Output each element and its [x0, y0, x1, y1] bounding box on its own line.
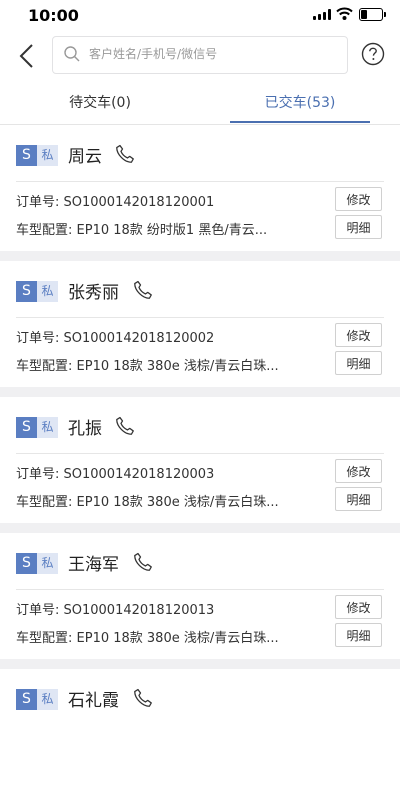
active-tab-indicator [230, 121, 370, 123]
back-arrow-icon[interactable] [12, 40, 44, 72]
badge-s: S [16, 689, 37, 710]
detail-button[interactable]: 明细 [335, 351, 382, 375]
order-card: S 私 王海军 订单号: SO1000142018120013 车型配置: EP… [0, 533, 400, 659]
badge-private: 私 [37, 145, 58, 166]
phone-icon[interactable] [132, 551, 154, 573]
phone-icon[interactable] [132, 687, 154, 709]
vehicle-config: 车型配置: EP10 18款 纷时版1 黑色/青云... [16, 223, 268, 238]
edit-button[interactable]: 修改 [335, 187, 382, 211]
phone-icon[interactable] [132, 279, 154, 301]
wifi-icon [336, 7, 353, 20]
search-box[interactable] [52, 36, 348, 74]
divider [16, 453, 384, 454]
phone-icon[interactable] [114, 143, 136, 165]
order-card: S 私 张秀丽 订单号: SO1000142018120002 车型配置: EP… [0, 261, 400, 387]
vehicle-config: 车型配置: EP10 18款 380e 浅棕/青云白珠... [16, 631, 279, 646]
order-number: 订单号: SO1000142018120013 [16, 603, 215, 618]
help-icon[interactable] [361, 42, 385, 66]
customer-name: 石礼霞 [68, 691, 119, 711]
nav-bar [0, 30, 400, 82]
badge-s: S [16, 417, 37, 438]
signal-icon [313, 9, 331, 20]
detail-button[interactable]: 明细 [335, 215, 382, 239]
tab-pending-delivery[interactable]: 待交车(0) [0, 82, 200, 124]
vehicle-config: 车型配置: EP10 18款 380e 浅棕/青云白珠... [16, 495, 279, 510]
customer-name: 周云 [68, 147, 102, 167]
badge-private: 私 [37, 417, 58, 438]
divider [16, 181, 384, 182]
order-number: 订单号: SO1000142018120003 [16, 467, 215, 482]
order-card: S 私 石礼霞 [0, 669, 400, 795]
detail-button[interactable]: 明细 [335, 623, 382, 647]
edit-button[interactable]: 修改 [335, 323, 382, 347]
order-card: S 私 孔振 订单号: SO1000142018120003 车型配置: EP1… [0, 397, 400, 523]
badge-private: 私 [37, 553, 58, 574]
search-input[interactable] [89, 37, 339, 71]
tab-delivered[interactable]: 已交车(53) [200, 82, 400, 124]
badge-s: S [16, 553, 37, 574]
phone-icon[interactable] [114, 415, 136, 437]
edit-button[interactable]: 修改 [335, 459, 382, 483]
order-number: 订单号: SO1000142018120001 [16, 195, 215, 210]
edit-button[interactable]: 修改 [335, 595, 382, 619]
search-icon [64, 46, 80, 62]
divider [16, 589, 384, 590]
order-number: 订单号: SO1000142018120002 [16, 331, 215, 346]
badge-private: 私 [37, 689, 58, 710]
badge-private: 私 [37, 281, 58, 302]
status-bar: 10:00 [0, 0, 400, 30]
vehicle-config: 车型配置: EP10 18款 380e 浅棕/青云白珠... [16, 359, 279, 374]
tab-bar: 待交车(0) 已交车(53) [0, 82, 400, 125]
badge-s: S [16, 145, 37, 166]
order-card: S 私 周云 订单号: SO1000142018120001 车型配置: EP1… [0, 125, 400, 251]
detail-button[interactable]: 明细 [335, 487, 382, 511]
customer-name: 孔振 [68, 419, 102, 439]
status-time: 10:00 [28, 6, 79, 25]
customer-name: 张秀丽 [68, 283, 119, 303]
badge-s: S [16, 281, 37, 302]
battery-icon [359, 8, 386, 21]
divider [16, 317, 384, 318]
customer-name: 王海军 [68, 555, 119, 575]
